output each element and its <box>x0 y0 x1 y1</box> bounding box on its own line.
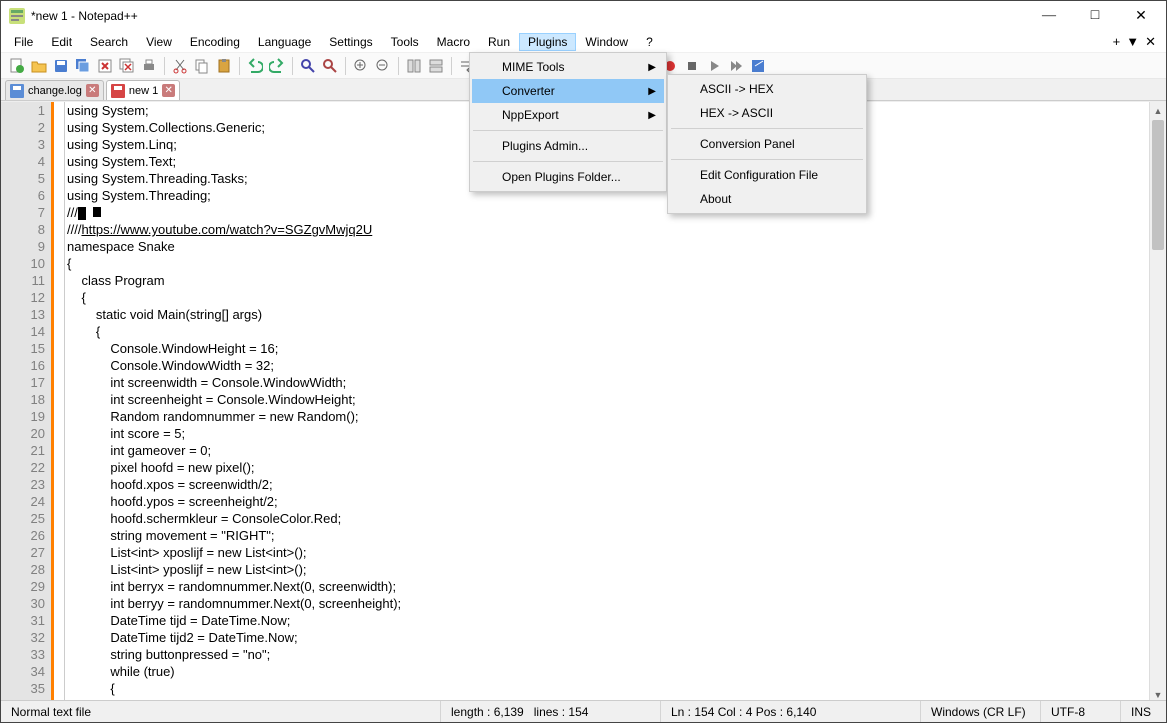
scroll-thumb[interactable] <box>1152 120 1164 250</box>
code-area[interactable]: using System;using System.Collections.Ge… <box>65 102 1166 703</box>
tab-change-log[interactable]: change.log ✕ <box>5 80 104 100</box>
plugins-converter[interactable]: Converter▶ <box>472 79 664 103</box>
status-length: length : 6,139 lines : 154 <box>441 701 661 722</box>
menu-encoding[interactable]: Encoding <box>181 33 249 51</box>
menu-language[interactable]: Language <box>249 33 320 51</box>
submenu-arrow-icon: ▶ <box>648 62 656 73</box>
plugins-open-folder[interactable]: Open Plugins Folder... <box>472 165 664 189</box>
app-icon <box>9 8 25 24</box>
redo-icon[interactable] <box>267 56 287 76</box>
copy-icon[interactable] <box>192 56 212 76</box>
converter-ascii-to-hex[interactable]: ASCII -> HEX <box>670 77 864 101</box>
tab-new-1[interactable]: new 1 ✕ <box>106 80 180 100</box>
menu-separator <box>473 161 663 162</box>
menu-view[interactable]: View <box>137 33 181 51</box>
plugins-admin[interactable]: Plugins Admin... <box>472 134 664 158</box>
saved-file-icon <box>10 84 24 98</box>
menubar: File Edit Search View Encoding Language … <box>1 31 1166 53</box>
menu-tools[interactable]: Tools <box>382 33 428 51</box>
zoom-out-icon[interactable] <box>373 56 393 76</box>
converter-conversion-panel[interactable]: Conversion Panel <box>670 132 864 156</box>
close-all-icon[interactable] <box>117 56 137 76</box>
paste-icon[interactable] <box>214 56 234 76</box>
menu-macro[interactable]: Macro <box>428 33 479 51</box>
status-filetype: Normal text file <box>1 701 441 722</box>
menu-settings[interactable]: Settings <box>320 33 381 51</box>
status-mode[interactable]: INS <box>1121 701 1166 722</box>
menu-window[interactable]: Window <box>576 33 637 51</box>
close-file-icon[interactable] <box>95 56 115 76</box>
maximize-button[interactable]: □ <box>1072 1 1118 31</box>
new-file-icon[interactable] <box>7 56 27 76</box>
converter-about[interactable]: About <box>670 187 864 211</box>
close-button[interactable]: ✕ <box>1118 1 1164 31</box>
sync-h-icon[interactable] <box>426 56 446 76</box>
status-position: Ln : 154 Col : 4 Pos : 6,140 <box>661 701 921 722</box>
menu-separator <box>473 130 663 131</box>
menu-edit[interactable]: Edit <box>42 33 81 51</box>
window-title: *new 1 - Notepad++ <box>31 9 1026 23</box>
find-icon[interactable] <box>298 56 318 76</box>
save-icon[interactable] <box>51 56 71 76</box>
open-file-icon[interactable] <box>29 56 49 76</box>
undo-icon[interactable] <box>245 56 265 76</box>
menubar-x-icon[interactable]: ✕ <box>1145 34 1156 50</box>
menubar-plus-icon[interactable]: + <box>1113 34 1121 49</box>
statusbar: Normal text file length : 6,139 lines : … <box>1 700 1166 722</box>
save-macro-icon[interactable] <box>748 56 768 76</box>
converter-hex-to-ascii[interactable]: HEX -> ASCII <box>670 101 864 125</box>
status-eol[interactable]: Windows (CR LF) <box>921 701 1041 722</box>
vertical-scrollbar[interactable]: ▲ ▼ <box>1149 102 1166 703</box>
replace-icon[interactable] <box>320 56 340 76</box>
menu-help[interactable]: ? <box>637 33 662 51</box>
change-margin <box>51 102 65 703</box>
zoom-in-icon[interactable] <box>351 56 371 76</box>
plugins-nppexport[interactable]: NppExport▶ <box>472 103 664 127</box>
play-macro-icon[interactable] <box>704 56 724 76</box>
plugins-dropdown: MIME Tools▶ Converter▶ NppExport▶ Plugin… <box>469 52 667 192</box>
menu-plugins[interactable]: Plugins <box>519 33 576 51</box>
tab-close-icon[interactable]: ✕ <box>86 84 99 97</box>
menu-search[interactable]: Search <box>81 33 137 51</box>
menu-run[interactable]: Run <box>479 33 519 51</box>
converter-edit-config[interactable]: Edit Configuration File <box>670 163 864 187</box>
minimize-button[interactable]: — <box>1026 1 1072 31</box>
menu-separator <box>671 128 863 129</box>
plugins-mime-tools[interactable]: MIME Tools▶ <box>472 55 664 79</box>
status-encoding[interactable]: UTF-8 <box>1041 701 1121 722</box>
titlebar: *new 1 - Notepad++ — □ ✕ <box>1 1 1166 31</box>
menubar-down-icon[interactable]: ▼ <box>1126 34 1139 49</box>
tab-close-icon[interactable]: ✕ <box>162 84 175 97</box>
converter-dropdown: ASCII -> HEX HEX -> ASCII Conversion Pan… <box>667 74 867 214</box>
submenu-arrow-icon: ▶ <box>648 86 656 97</box>
stop-macro-icon[interactable] <box>682 56 702 76</box>
save-all-icon[interactable] <box>73 56 93 76</box>
play-multi-icon[interactable] <box>726 56 746 76</box>
unsaved-file-icon <box>111 84 125 98</box>
line-number-gutter: 1234567891011121314151617181920212223242… <box>1 102 51 703</box>
submenu-arrow-icon: ▶ <box>648 110 656 121</box>
cut-icon[interactable] <box>170 56 190 76</box>
menu-separator <box>671 159 863 160</box>
print-icon[interactable] <box>139 56 159 76</box>
menu-file[interactable]: File <box>5 33 42 51</box>
sync-v-icon[interactable] <box>404 56 424 76</box>
scroll-up-icon[interactable]: ▲ <box>1150 102 1166 119</box>
tab-label: change.log <box>28 85 82 97</box>
tab-label: new 1 <box>129 85 158 97</box>
